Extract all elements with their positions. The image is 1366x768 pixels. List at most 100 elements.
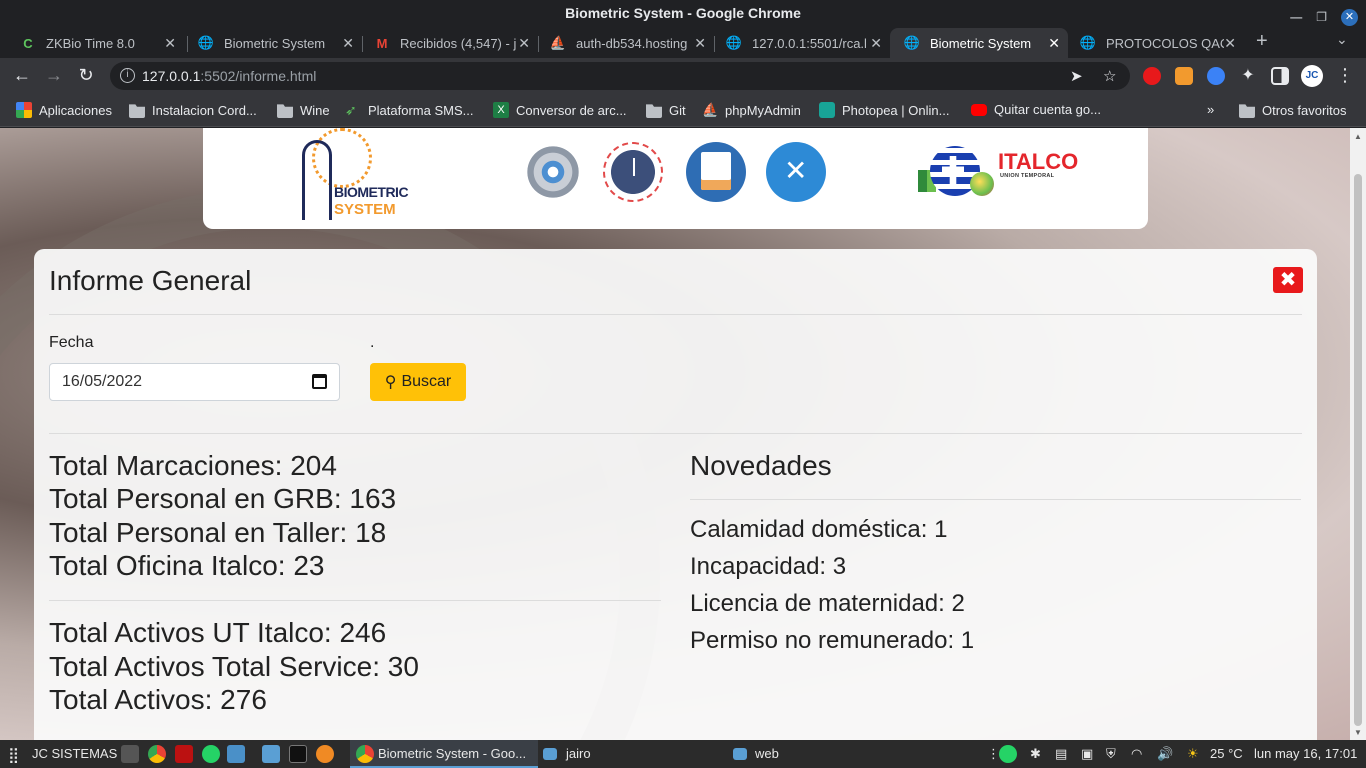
tab-biometric-active[interactable]: 🌐 Biometric System ✕ — [890, 28, 1068, 58]
zkbio-icon: C — [23, 35, 33, 51]
taskbar-window-web[interactable]: web — [755, 746, 779, 761]
app-launcher-icon[interactable] — [316, 745, 334, 763]
globe-icon: 🌐 — [197, 35, 215, 50]
apps-menu-icon[interactable]: ⣿ — [8, 746, 19, 764]
shield-icon[interactable]: ⛨ — [1106, 746, 1116, 762]
bookmark-git[interactable]: Git — [646, 102, 686, 118]
bookmark-photopea[interactable]: Photopea | Onlin... — [819, 102, 949, 118]
page-scrollbar[interactable]: ▲ ▼ — [1350, 128, 1366, 740]
attendance-clock-icon[interactable] — [603, 142, 663, 202]
calendar-icon[interactable] — [312, 374, 327, 389]
tab-protocolos[interactable]: 🌐 PROTOCOLOS QAC ✕ — [1066, 28, 1244, 58]
url-text[interactable]: 127.0.0.1:5502/informe.html — [142, 68, 316, 84]
send-icon[interactable]: ➤ — [1070, 67, 1083, 85]
tab-close-icon[interactable]: ✕ — [1048, 35, 1060, 52]
divider — [690, 499, 1301, 500]
updates-icon[interactable]: ▣ — [1081, 746, 1093, 762]
folder-icon — [646, 104, 662, 118]
biometric-system-logo[interactable]: BIOMETRIC SYSTEM — [298, 128, 409, 224]
clipboard-icon[interactable]: ▤ — [1055, 746, 1067, 762]
tab-label: 127.0.0.1:5501/rca.l — [752, 35, 867, 51]
whatsapp-icon[interactable] — [202, 745, 220, 763]
tools-icon[interactable] — [766, 142, 826, 202]
new-tab-icon[interactable]: + — [1256, 30, 1268, 53]
search-button[interactable]: ⚲ Buscar — [370, 363, 466, 401]
address-bar[interactable]: i 127.0.0.1:5502/informe.html ➤ ☆ — [110, 62, 1130, 90]
extension-refresh-icon[interactable] — [1207, 67, 1225, 85]
tab-close-icon[interactable]: ✕ — [694, 35, 706, 52]
globe-icon: 🌐 — [903, 35, 921, 50]
tab-close-icon[interactable]: ✕ — [1224, 35, 1236, 52]
chrome-icon — [356, 745, 374, 763]
os-taskbar: ⣿ JC SISTEMAS Biometric System - Goo... … — [0, 740, 1366, 768]
bookmark-label: Plataforma SMS... — [368, 102, 474, 118]
tab-auth-db[interactable]: ⛵ auth-db534.hosting ✕ — [536, 28, 714, 58]
bookmark-label: Quitar cuenta go... — [994, 102, 1101, 117]
weather-sun-icon[interactable]: ☀ — [1187, 746, 1199, 762]
terminal-icon[interactable] — [289, 745, 307, 763]
calculator-icon[interactable] — [121, 745, 139, 763]
date-value: 16/05/2022 — [62, 373, 143, 390]
bookmark-conversor[interactable]: X Conversor de arc... — [493, 102, 627, 118]
tab-search-chevron-icon[interactable]: ⌄ — [1336, 31, 1348, 48]
volume-icon[interactable]: 🔊 — [1157, 746, 1173, 762]
forward-arrow-icon[interactable]: → — [42, 65, 66, 86]
window-title: Biometric System - Google Chrome — [565, 5, 801, 21]
tab-close-icon[interactable]: ✕ — [870, 35, 882, 52]
bookmark-wine[interactable]: Wine — [277, 102, 330, 118]
tab-close-icon[interactable]: ✕ — [164, 35, 176, 52]
bookmark-star-icon[interactable]: ☆ — [1103, 67, 1116, 85]
scrollbar-thumb[interactable] — [1354, 174, 1362, 726]
scroll-up-icon[interactable]: ▲ — [1354, 132, 1362, 141]
tab-biometric-1[interactable]: 🌐 Biometric System ✕ — [184, 28, 362, 58]
profile-avatar[interactable]: JC — [1301, 65, 1323, 87]
extension-stop-icon[interactable] — [1143, 67, 1161, 85]
temperature[interactable]: 25 °C — [1210, 746, 1243, 761]
metamask-icon[interactable] — [1175, 67, 1193, 85]
tab-gmail[interactable]: M Recibidos (4,547) - j ✕ — [360, 28, 538, 58]
folder-icon — [733, 748, 747, 760]
logo-text-line2: SYSTEM — [334, 201, 396, 218]
bookmark-otros-favoritos[interactable]: Otros favoritos — [1239, 102, 1347, 118]
search-icon: ⚲ — [384, 374, 397, 391]
folder-icon[interactable] — [262, 745, 280, 763]
tab-close-icon[interactable]: ✕ — [518, 35, 530, 52]
taskbar-window-chrome[interactable]: Biometric System - Goo... — [378, 746, 526, 761]
wifi-icon[interactable]: ◠ — [1131, 746, 1142, 762]
settings-gear-icon[interactable] — [523, 142, 583, 202]
bookmark-instalacion[interactable]: Instalacion Cord... — [129, 102, 257, 118]
bookmark-youtube[interactable]: Quitar cuenta go... — [971, 102, 1101, 117]
tab-zkbio[interactable]: C ZKBio Time 8.0 ✕ — [6, 28, 184, 58]
site-info-icon[interactable]: i — [120, 68, 135, 83]
chrome-icon[interactable] — [148, 745, 166, 763]
taskbar-menu-label[interactable]: JC SISTEMAS — [32, 746, 117, 761]
whatsapp-tray-icon[interactable] — [999, 745, 1017, 763]
file-manager-icon[interactable] — [227, 745, 245, 763]
clock[interactable]: lun may 16, 17:01 — [1254, 746, 1357, 761]
reload-icon[interactable]: ↻ — [74, 65, 98, 86]
taskbar-window-jairo[interactable]: jairo — [566, 746, 591, 761]
date-field[interactable]: 16/05/2022 — [49, 363, 340, 401]
scroll-down-icon[interactable]: ▼ — [1354, 728, 1362, 737]
close-button[interactable]: ✖ — [1273, 267, 1303, 293]
site-header: BIOMETRIC SYSTEM ITALCO UNION TEMPORAL — [203, 128, 1148, 229]
tab-close-icon[interactable]: ✕ — [342, 35, 354, 52]
bluetooth-icon[interactable]: ✱ — [1030, 746, 1041, 762]
filezilla-icon[interactable] — [175, 745, 193, 763]
back-arrow-icon[interactable]: ← — [10, 65, 34, 86]
date-label: Fecha — [49, 334, 94, 351]
tab-rca[interactable]: 🌐 127.0.0.1:5501/rca.l ✕ — [712, 28, 890, 58]
apps-grid-icon — [16, 102, 32, 118]
kebab-menu-icon[interactable]: ⋮ — [1333, 65, 1357, 86]
bookmark-apps[interactable]: Aplicaciones — [16, 102, 112, 118]
window-close-icon[interactable]: ✕ — [1341, 8, 1358, 26]
side-panel-icon[interactable] — [1271, 67, 1289, 85]
bookmarks-overflow-chevron-icon[interactable]: » — [1207, 102, 1214, 117]
phpmyadmin-icon: ⛵ — [549, 35, 567, 50]
bookmark-sms[interactable]: ➶ Plataforma SMS... — [345, 102, 473, 118]
stat-activos-total-service: Total Activos Total Service: 30 — [49, 651, 419, 682]
puzzle-extensions-icon[interactable]: ✦ — [1239, 67, 1257, 85]
report-document-icon[interactable] — [686, 142, 746, 202]
page-viewport: BIOMETRIC SYSTEM ITALCO UNION TEMPORAL I… — [0, 128, 1350, 740]
bookmark-phpmyadmin[interactable]: ⛵ phpMyAdmin — [702, 102, 801, 118]
